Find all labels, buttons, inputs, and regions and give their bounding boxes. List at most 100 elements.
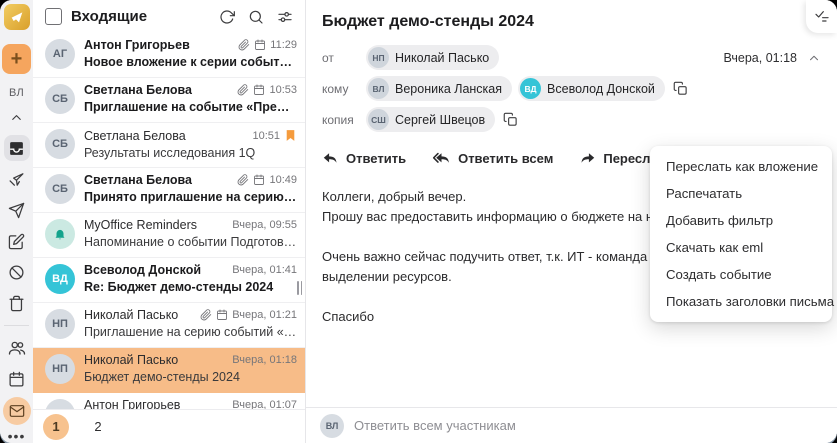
- context-menu-item[interactable]: Создать событие: [650, 261, 832, 288]
- myoffice-logo-icon: [3, 4, 30, 30]
- recipient-chip[interactable]: ВЛ Вероника Ланская: [366, 76, 513, 101]
- avatar: НП: [45, 309, 75, 339]
- reply-button[interactable]: Ответить: [322, 150, 406, 167]
- panel-resize-handle[interactable]: [297, 281, 306, 295]
- avatar: ВЛ: [368, 78, 389, 99]
- action-label: Ответить всем: [458, 151, 554, 166]
- avatar: [45, 219, 75, 249]
- sidebar-item-drafts[interactable]: [4, 228, 30, 254]
- page-button[interactable]: 2: [85, 414, 111, 440]
- copy-recipients-icon[interactable]: [501, 110, 520, 129]
- recipient-chips: ВЛ Вероника Ланская ВД Всеволод Донской: [366, 76, 821, 101]
- email-list-item[interactable]: ВД Всеволод Донской Вчера, 01:41 Re: Бюд…: [33, 258, 305, 303]
- email-list-item[interactable]: СБ Светлана Белова 10:53 Приглашение на …: [33, 78, 305, 123]
- sidebar-item-trash[interactable]: [4, 290, 30, 316]
- email-list-item[interactable]: СБ Светлана Белова 10:51 Результаты иссл…: [33, 123, 305, 168]
- email-list-item[interactable]: АГ Антон Григорьев 11:29 Новое вложение …: [33, 33, 305, 78]
- email-list-item[interactable]: НП Николай Пасько Вчера, 01:18 Бюджет де…: [33, 348, 305, 393]
- copy-recipients-icon[interactable]: [671, 79, 690, 98]
- recipient-field-row: копия СШ Сергей Швецов: [322, 107, 821, 132]
- collapse-folders-icon[interactable]: [4, 104, 30, 130]
- message-context-menu: Переслать как вложение Распечатать Добавит…: [650, 146, 834, 322]
- more-apps-icon[interactable]: •••: [8, 429, 26, 443]
- sidebar-item-sent[interactable]: [4, 197, 30, 223]
- sidebar-item-inbox[interactable]: [3, 135, 30, 161]
- reply-all-button[interactable]: Ответить всем: [432, 150, 553, 167]
- mail-list-panel: Входящие АГ Антон Григорьев 11:29 Новое …: [33, 0, 306, 443]
- context-menu-item[interactable]: Скачать как eml: [650, 234, 832, 261]
- email-time: Вчера, 01:21: [232, 309, 297, 321]
- compose-new-button[interactable]: +: [2, 44, 31, 74]
- context-menu-item[interactable]: Показать заголовки письма: [650, 288, 834, 315]
- email-subject: Новое вложение к серии событий «Аналити.…: [84, 55, 297, 69]
- recipient-name: Всеволод Донской: [547, 81, 655, 96]
- email-list-item[interactable]: СБ Светлана Белова 10:49 Принято приглаш…: [33, 168, 305, 213]
- tasks-icon[interactable]: [806, 0, 837, 33]
- sidebar-item-contacts[interactable]: [4, 335, 30, 361]
- event-icon: [217, 309, 228, 320]
- message-date: Вчера, 01:18: [723, 50, 797, 65]
- app-sidebar: + ВЛ •••: [0, 0, 33, 443]
- recipient-chip[interactable]: НП Николай Пасько: [366, 45, 500, 70]
- recipient-chip[interactable]: ВД Всеволод Донской: [518, 76, 665, 101]
- page-button[interactable]: 1: [43, 413, 69, 440]
- avatar: ВЛ: [320, 413, 344, 438]
- context-menu-item[interactable]: Добавить фильтр: [650, 207, 832, 234]
- email-summary: Светлана Белова 10:53 Приглашение на соб…: [84, 83, 297, 114]
- flag-icon: [286, 130, 295, 141]
- recipient-chip[interactable]: СШ Сергей Швецов: [366, 107, 496, 132]
- avatar: СБ: [45, 84, 75, 114]
- quick-reply-bar[interactable]: ВЛ Ответить всем участникам: [306, 407, 837, 443]
- email-list: АГ Антон Григорьев 11:29 Новое вложение …: [33, 33, 305, 443]
- collapse-header-icon[interactable]: [807, 51, 821, 65]
- email-summary: MyOffice Reminders Вчера, 09:55 Напомина…: [84, 218, 297, 249]
- email-time: 10:49: [269, 174, 297, 186]
- email-sender: MyOffice Reminders: [84, 218, 197, 232]
- email-summary: Светлана Белова 10:49 Принято приглашени…: [84, 173, 297, 204]
- email-summary: Всеволод Донской Вчера, 01:41 Re: Бюджет…: [84, 263, 297, 294]
- email-subject: Приглашение на серию событий «Демо стен.…: [84, 325, 297, 339]
- field-label: кому: [322, 81, 349, 96]
- email-subject: Напоминание о событии Подготовить отчет.…: [84, 235, 297, 249]
- attachment-icon: [200, 309, 212, 321]
- sidebar-divider: [4, 325, 29, 326]
- email-time: Вчера, 01:18: [232, 354, 297, 366]
- email-sender: Светлана Белова: [84, 128, 186, 143]
- avatar: СБ: [45, 129, 75, 159]
- attachment-icon: [238, 39, 250, 51]
- email-sender: Николай Пасько: [84, 308, 179, 322]
- refresh-icon[interactable]: [217, 7, 237, 27]
- avatar-initials: НП: [52, 363, 68, 375]
- filter-icon[interactable]: [275, 7, 295, 27]
- email-time: Вчера, 01:41: [232, 264, 297, 276]
- email-sender: Светлана Белова: [84, 173, 192, 187]
- avatar: НП: [45, 354, 75, 384]
- field-label: от: [322, 50, 334, 65]
- recipient-name: Вероника Ланская: [395, 81, 503, 96]
- mail-list-header: Входящие: [33, 0, 305, 33]
- avatar-initials: ВД: [52, 273, 68, 285]
- avatar: АГ: [45, 39, 75, 69]
- avatar-initials: СБ: [52, 183, 68, 195]
- pagination-bar: 12: [33, 409, 305, 443]
- search-icon[interactable]: [246, 7, 266, 27]
- email-summary: Антон Григорьев 11:29 Новое вложение к с…: [84, 38, 297, 69]
- sidebar-item-calendar[interactable]: [4, 366, 30, 392]
- event-icon: [255, 39, 266, 50]
- avatar-initials: СБ: [52, 138, 68, 150]
- email-list-item[interactable]: НП Николай Пасько Вчера, 01:21 Приглашен…: [33, 303, 305, 348]
- context-menu-item[interactable]: Распечатать: [650, 180, 832, 207]
- recipient-chips: НП Николай Пасько: [366, 45, 717, 70]
- sidebar-item-mail[interactable]: [2, 397, 31, 425]
- avatar: СШ: [368, 109, 389, 130]
- email-time: 11:29: [270, 39, 297, 51]
- select-all-checkbox[interactable]: [45, 8, 62, 25]
- sidebar-item-scheduled[interactable]: [4, 166, 30, 192]
- email-sender: Антон Григорьев: [84, 38, 190, 52]
- email-subject: Принято приглашение на серию событий «..…: [84, 190, 297, 204]
- attachment-icon: [238, 84, 249, 96]
- email-list-item[interactable]: MyOffice Reminders Вчера, 09:55 Напомина…: [33, 213, 305, 258]
- context-menu-item[interactable]: Переслать как вложение: [650, 153, 832, 180]
- sidebar-item-spam[interactable]: [4, 259, 30, 285]
- avatar: НП: [368, 47, 389, 68]
